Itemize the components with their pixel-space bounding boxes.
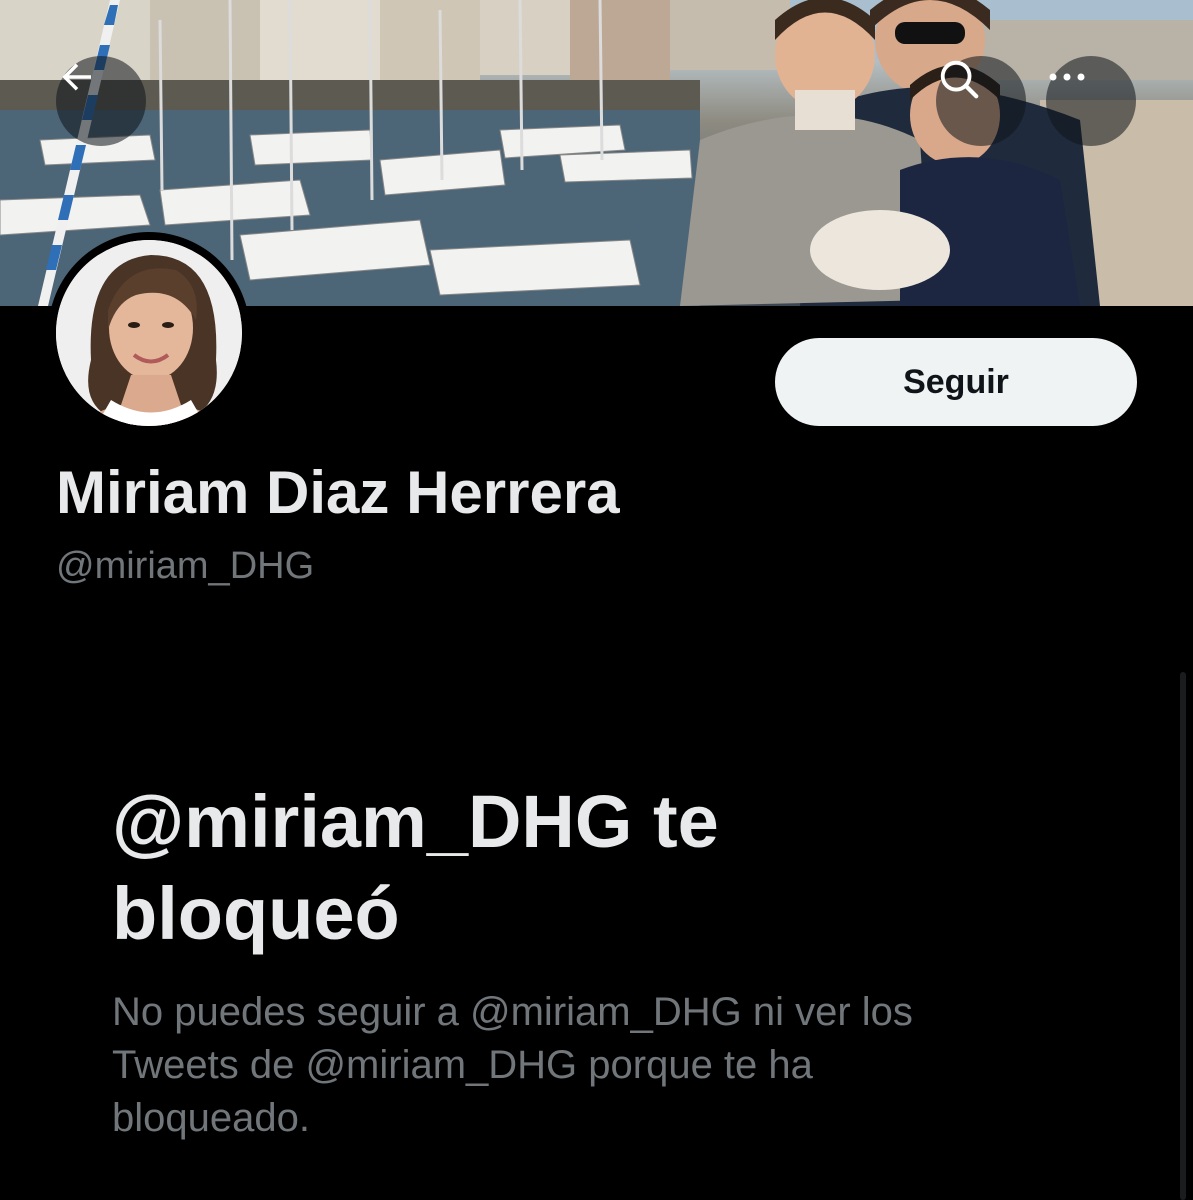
more-horizontal-icon	[1049, 73, 1085, 81]
search-icon	[940, 60, 979, 99]
search-button[interactable]	[936, 56, 1026, 146]
arrow-left-icon	[62, 63, 91, 91]
follow-button[interactable]: Seguir	[775, 338, 1137, 426]
more-button[interactable]	[1046, 56, 1136, 146]
profile-display-name: Miriam Diaz Herrera	[56, 459, 620, 526]
avatar-photo	[56, 240, 242, 426]
scrollbar[interactable]	[1180, 672, 1186, 1200]
profile-avatar[interactable]	[48, 232, 250, 434]
blocked-description: No puedes seguir a @miriam_DHG ni ver lo…	[112, 990, 913, 1140]
back-button[interactable]	[56, 56, 146, 146]
blocked-title: @miriam_DHG te bloqueó	[112, 780, 719, 955]
profile-handle: @miriam_DHG	[56, 545, 315, 587]
